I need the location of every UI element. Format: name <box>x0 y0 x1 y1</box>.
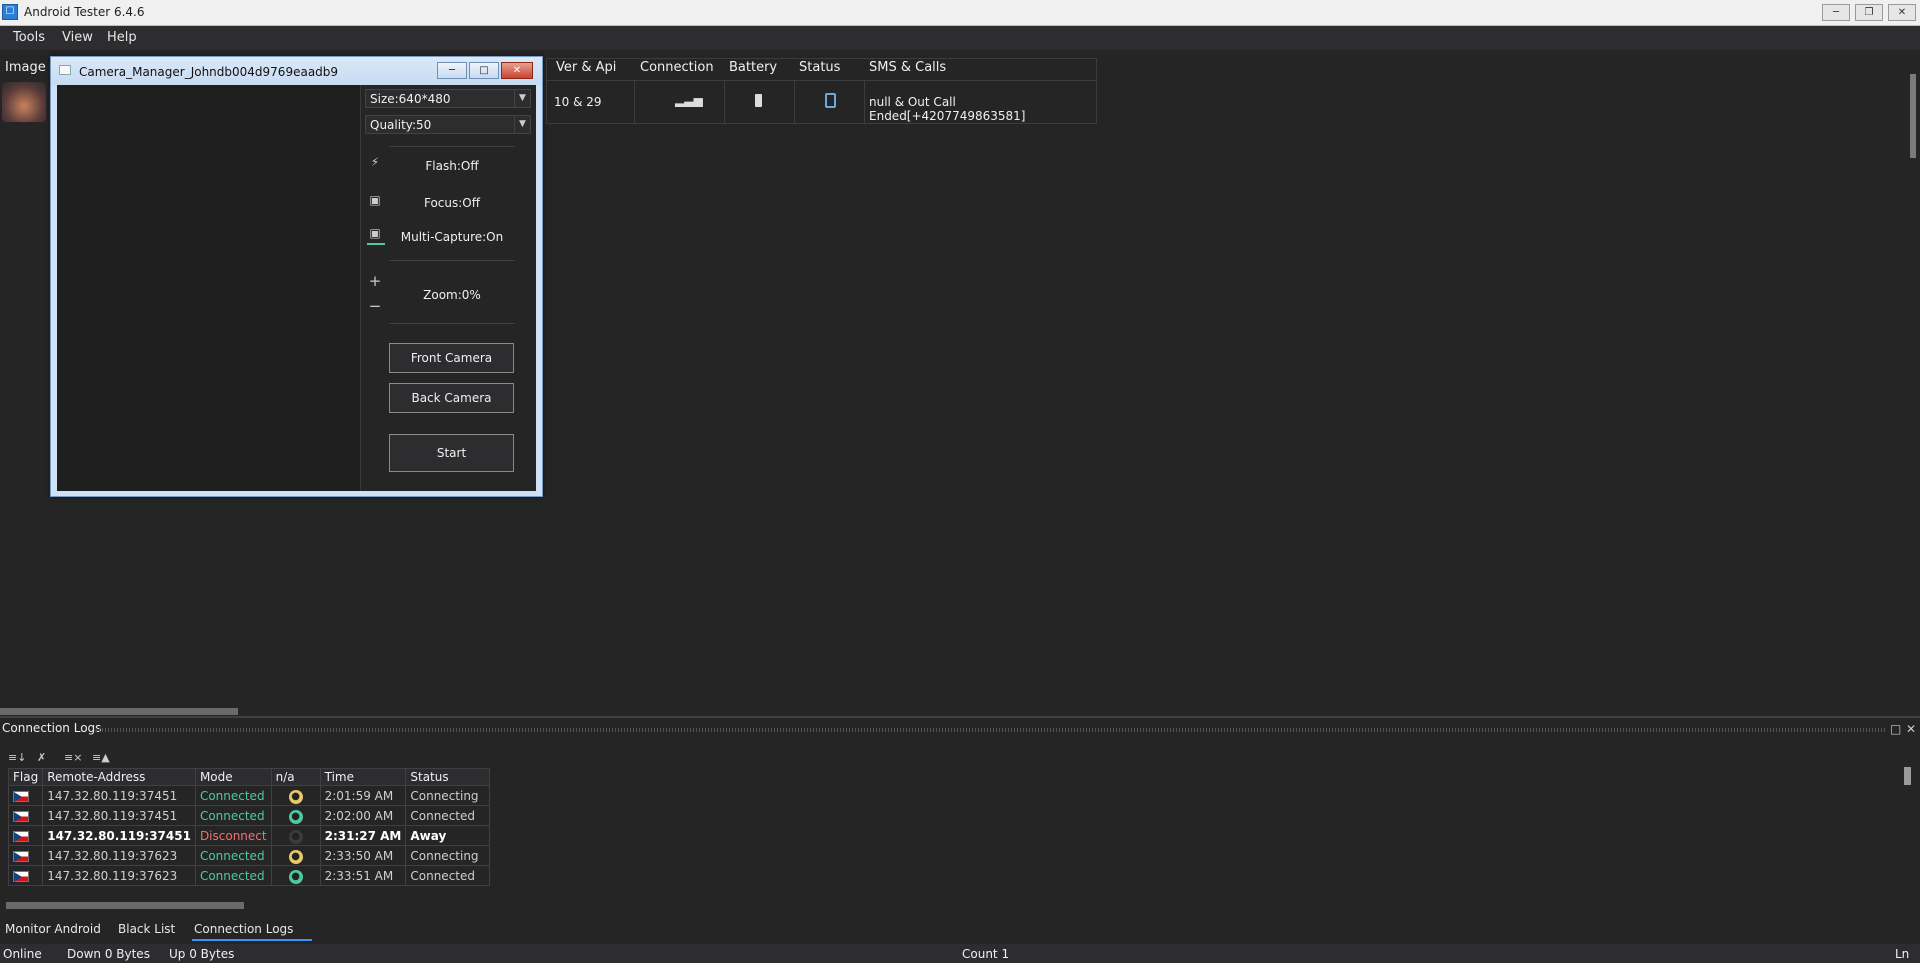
status-down: Down 0 Bytes <box>67 947 150 961</box>
size-select[interactable]: Size:640*480 ▼ <box>365 89 531 108</box>
multi-capture-icon: ▣ <box>369 226 381 240</box>
panel-maximize-icon[interactable]: □ <box>1890 722 1901 736</box>
camera-window-title: Camera_Manager_Johndb004d9769eaadb9 <box>79 65 339 79</box>
focus-toggle[interactable]: Focus:Off <box>389 196 515 210</box>
minimize-icon[interactable]: ─ <box>1822 4 1850 21</box>
tab-connection-logs[interactable]: Connection Logs <box>194 922 293 936</box>
table-row[interactable]: 147.32.80.119:37451 Disconnect ● 2:31:27… <box>7 825 491 846</box>
logs-vertical-scrollbar[interactable] <box>1904 767 1911 785</box>
clear-all-icon[interactable]: ≡× <box>64 751 82 764</box>
close-icon[interactable]: ✕ <box>1888 4 1916 21</box>
zoom-label: Zoom:0% <box>423 288 481 302</box>
czech-flag-icon <box>13 850 29 862</box>
menu-help[interactable]: Help <box>107 30 137 45</box>
camera-maximize-icon[interactable]: □ <box>469 62 499 79</box>
table-row[interactable]: 147.32.80.119:37451 Connected ● 2:01:59 … <box>7 785 491 806</box>
chevron-down-icon: ▼ <box>514 90 530 107</box>
col-time[interactable]: Time <box>319 768 407 786</box>
col-remote-address[interactable]: Remote-Address <box>42 768 196 786</box>
quality-select[interactable]: Quality:50 ▼ <box>365 115 531 134</box>
connection-logs-table: Flag Remote-Address Mode n/a Time Status… <box>7 768 491 886</box>
czech-flag-icon <box>13 790 29 802</box>
skull-icon: ● <box>288 829 303 844</box>
grid-header-row <box>546 58 1097 80</box>
czech-flag-icon <box>13 810 29 822</box>
device-avatar[interactable] <box>2 82 46 122</box>
menu-bar: Tools View Help <box>0 26 1920 50</box>
status-online: Online <box>3 947 42 961</box>
col-image[interactable]: Image <box>5 60 46 80</box>
camera-window-title-bar[interactable]: Camera_Manager_Johndb004d9769eaadb9 ─ □ … <box>51 57 542 85</box>
table-row[interactable]: 147.32.80.119:37623 Connected ● 2:33:50 … <box>7 845 491 866</box>
flash-icon: ⚡ <box>370 155 380 169</box>
cell-status <box>794 80 865 124</box>
chevron-down-icon: ▼ <box>514 116 530 133</box>
menu-tools[interactable]: Tools <box>13 30 45 45</box>
sort-icon[interactable]: ≡↓ <box>8 751 26 764</box>
signal-icon: ▂▃▅ <box>675 93 703 107</box>
logs-horizontal-scrollbar[interactable] <box>6 902 244 909</box>
col-mode[interactable]: Mode <box>194 768 272 786</box>
divider <box>389 146 515 147</box>
zoom-out-icon[interactable]: − <box>368 297 382 315</box>
grid-horizontal-scrollbar[interactable] <box>0 708 238 715</box>
start-button[interactable]: Start <box>389 434 514 472</box>
skull-icon: ● <box>288 789 303 804</box>
front-camera-button[interactable]: Front Camera <box>389 343 514 373</box>
table-header-row: Flag Remote-Address Mode n/a Time Status <box>7 768 491 786</box>
panel-close-icon[interactable]: ✕ <box>1906 722 1916 736</box>
camera-manager-window: Camera_Manager_Johndb004d9769eaadb9 ─ □ … <box>50 56 543 497</box>
tab-black-list[interactable]: Black List <box>118 922 175 936</box>
cell-ver-api: 10 & 29 <box>546 80 635 124</box>
skull-icon: ● <box>288 849 303 864</box>
panel-separator <box>0 716 1920 718</box>
camera-minimize-icon[interactable]: ─ <box>437 62 467 79</box>
logs-panel-title: Connection Logs <box>2 721 102 735</box>
czech-flag-icon <box>13 870 29 882</box>
camera-close-icon[interactable]: ✕ <box>501 62 533 79</box>
skull-icon: ● <box>288 869 303 884</box>
grid-vertical-scrollbar[interactable] <box>1910 74 1916 158</box>
table-row[interactable]: 147.32.80.119:37623 Connected ● 2:33:51 … <box>7 865 491 886</box>
col-na[interactable]: n/a <box>270 768 321 786</box>
status-bar: Online Down 0 Bytes Up 0 Bytes Count 1 L… <box>0 944 1920 963</box>
battery-icon <box>755 94 762 107</box>
app-title-bar: ☐ Android Tester 6.4.6 ─ ❐ ✕ <box>0 0 1920 26</box>
divider <box>389 323 515 324</box>
multi-capture-toggle[interactable]: Multi-Capture:On <box>389 230 515 244</box>
active-tab-indicator <box>192 939 312 941</box>
app-title: Android Tester 6.4.6 <box>24 5 145 19</box>
restore-icon[interactable]: ❐ <box>1855 4 1883 21</box>
panel-grip <box>96 728 1886 732</box>
cell-battery <box>724 80 795 124</box>
flash-toggle[interactable]: Flash:Off <box>389 159 515 173</box>
focus-icon: ▣ <box>369 193 381 207</box>
divider <box>389 260 515 261</box>
cell-sms-calls: null & Out Call Ended[+4207749863581] <box>864 80 1097 124</box>
clear-selected-icon[interactable]: ✗ <box>37 751 46 764</box>
zoom-in-icon[interactable]: + <box>368 272 382 290</box>
auto-scroll-icon[interactable]: ≡▲ <box>92 751 110 764</box>
status-count: Count 1 <box>962 947 1010 961</box>
phone-icon <box>825 93 836 108</box>
menu-view[interactable]: View <box>62 30 93 45</box>
table-row[interactable]: 147.32.80.119:37451 Connected ● 2:02:00 … <box>7 805 491 826</box>
status-up: Up 0 Bytes <box>169 947 235 961</box>
col-flag[interactable]: Flag <box>7 768 44 786</box>
skull-icon: ● <box>288 809 303 824</box>
tab-monitor-android[interactable]: Monitor Android <box>5 922 101 936</box>
status-line: Ln 1 <box>1895 947 1910 963</box>
czech-flag-icon <box>13 830 29 842</box>
multi-capture-active-indicator <box>367 243 385 245</box>
camera-body: Size:640*480 ▼ Quality:50 ▼ ⚡ Flash:Off ▣ … <box>57 85 536 491</box>
window-icon <box>59 65 71 75</box>
back-camera-button[interactable]: Back Camera <box>389 383 514 413</box>
app-shield-icon: ☐ <box>2 4 18 20</box>
col-status[interactable]: Status <box>405 768 491 786</box>
cell-connection: ▂▃▅ <box>634 80 725 124</box>
camera-preview <box>57 85 361 491</box>
